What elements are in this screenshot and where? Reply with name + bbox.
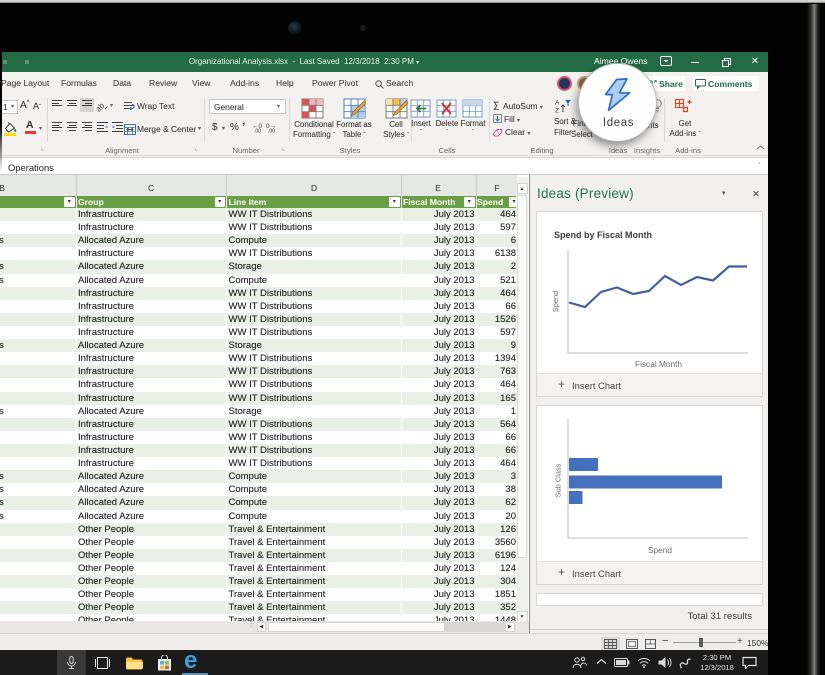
- svg-text:.00: .00: [268, 129, 275, 134]
- svg-text:Z: Z: [555, 108, 559, 115]
- svg-text:ab: ab: [96, 101, 107, 112]
- svg-text:.00: .00: [254, 129, 261, 134]
- svg-text:A: A: [555, 100, 560, 107]
